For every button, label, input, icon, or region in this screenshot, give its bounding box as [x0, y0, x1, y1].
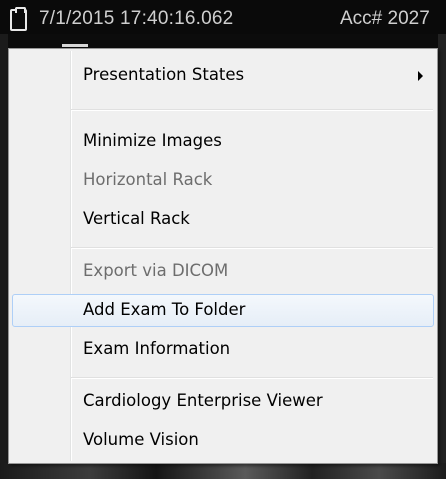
menu-item-cardiology-enterprise-viewer[interactable]: Cardiology Enterprise Viewer: [12, 385, 434, 418]
menu-separator: [71, 109, 433, 111]
menu-item-add-exam-to-folder[interactable]: Add Exam To Folder: [12, 294, 434, 327]
image-thumbnail-strip: [0, 463, 446, 479]
viewport-header: 7/1/2015 17:40:16.062 Acc# 2027: [0, 0, 446, 34]
context-menu: Presentation States Minimize Images Hori…: [8, 48, 438, 464]
menu-item-label: Presentation States: [83, 65, 245, 84]
menu-item-label: Add Exam To Folder: [83, 300, 246, 319]
menu-item-label: Cardiology Enterprise Viewer: [83, 391, 323, 410]
menu-item-label: Exam Information: [83, 339, 231, 358]
menu-item-label: Export via DICOM: [83, 261, 229, 280]
menu-separator: [71, 377, 433, 379]
checkbox-icon[interactable]: [10, 7, 27, 31]
menu-item-presentation-states[interactable]: Presentation States: [12, 59, 434, 92]
image-edge-right: [438, 34, 446, 464]
menu-item-minimize-images[interactable]: Minimize Images: [12, 125, 434, 158]
menu-item-volume-vision[interactable]: Volume Vision: [12, 424, 434, 457]
menu-item-label: Horizontal Rack: [83, 170, 213, 189]
study-datetime: 7/1/2015 17:40:16.062: [39, 8, 234, 29]
menu-item-horizontal-rack[interactable]: Horizontal Rack: [12, 164, 434, 197]
viewport-tab-marker: [62, 44, 88, 47]
accession-number: Acc# 2027: [340, 8, 430, 29]
image-edge-left: [0, 34, 8, 464]
menu-item-label: Minimize Images: [83, 131, 222, 150]
menu-separator: [71, 247, 433, 249]
menu-item-export-via-dicom[interactable]: Export via DICOM: [12, 255, 434, 288]
menu-item-exam-information[interactable]: Exam Information: [12, 333, 434, 366]
menu-item-label: Vertical Rack: [83, 209, 190, 228]
triangle-right-icon: [418, 71, 423, 81]
menu-item-vertical-rack[interactable]: Vertical Rack: [12, 203, 434, 236]
menu-item-label: Volume Vision: [83, 430, 199, 449]
